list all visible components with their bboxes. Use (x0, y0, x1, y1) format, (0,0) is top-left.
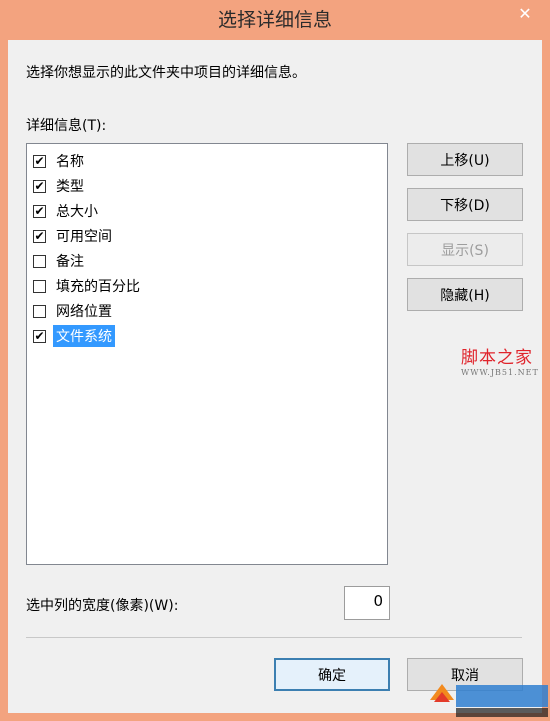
checkbox[interactable] (33, 279, 46, 293)
details-listbox[interactable]: ✔ 名称 ✔ 类型 ✔ 总大小 ✔ 可用空间 备注 填充的百分比 网络位置 ✔ … (26, 143, 388, 565)
site-logo-icon (430, 684, 548, 717)
list-item-label: 填充的百分比 (56, 279, 140, 295)
list-item-label: 文件系统 (53, 325, 115, 347)
move-up-button[interactable]: 上移(U) (407, 143, 523, 176)
list-item[interactable]: ✔ 总大小 (33, 200, 101, 222)
checkbox[interactable]: ✔ (33, 204, 46, 218)
description-text: 选择你想显示的此文件夹中项目的详细信息。 (26, 65, 306, 81)
list-item[interactable]: ✔ 类型 (33, 175, 87, 197)
move-down-button[interactable]: 下移(D) (407, 188, 523, 221)
list-item-label: 可用空间 (56, 229, 112, 245)
watermark-title: 脚本之家 (461, 348, 533, 368)
watermark-url: WWW.JB51.NET (461, 368, 539, 377)
close-button[interactable]: ✕ (510, 0, 540, 26)
hide-button[interactable]: 隐藏(H) (407, 278, 523, 311)
checkbox[interactable]: ✔ (33, 179, 46, 193)
watermark: 脚本之家 WWW.JB51.NET (461, 343, 539, 377)
list-item-label: 名称 (56, 154, 84, 170)
checkbox[interactable]: ✔ (33, 329, 46, 343)
list-item-label: 类型 (56, 179, 84, 195)
list-item[interactable]: 网络位置 (33, 300, 115, 322)
close-icon: ✕ (518, 3, 532, 23)
checkbox[interactable] (33, 254, 46, 268)
divider (26, 637, 522, 638)
title-bar[interactable]: 选择详细信息 ✕ (0, 0, 550, 40)
list-item[interactable]: 填充的百分比 (33, 275, 143, 297)
column-width-label: 选中列的宽度(像素)(W): (26, 598, 179, 614)
dialog-title: 选择详细信息 (217, 9, 332, 31)
ok-button[interactable]: 确定 (274, 658, 390, 691)
list-item-label: 网络位置 (56, 304, 112, 320)
list-item-label: 备注 (56, 254, 84, 270)
checkbox[interactable]: ✔ (33, 154, 46, 168)
checkbox[interactable]: ✔ (33, 229, 46, 243)
list-item-label: 总大小 (56, 204, 98, 220)
details-label: 详细信息(T): (26, 118, 107, 134)
dialog-body: 选择你想显示的此文件夹中项目的详细信息。 详细信息(T): ✔ 名称 ✔ 类型 … (8, 40, 542, 713)
list-item-selected[interactable]: ✔ 文件系统 (33, 325, 115, 347)
list-item[interactable]: 备注 (33, 250, 87, 272)
list-item[interactable]: ✔ 可用空间 (33, 225, 115, 247)
column-width-input[interactable]: 0 (344, 586, 390, 620)
list-item[interactable]: ✔ 名称 (33, 150, 87, 172)
checkbox[interactable] (33, 304, 46, 318)
show-button[interactable]: 显示(S) (407, 233, 523, 266)
dialog-window: 选择详细信息 ✕ 选择你想显示的此文件夹中项目的详细信息。 详细信息(T): ✔… (0, 0, 550, 721)
